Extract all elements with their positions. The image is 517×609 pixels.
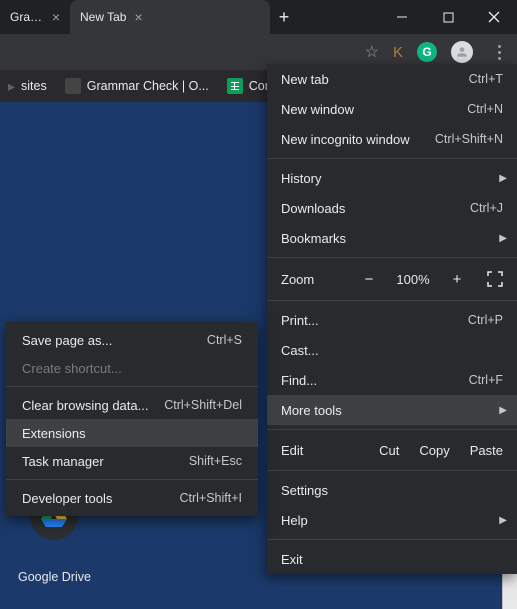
titlebar: Gramma × New Tab × + (0, 0, 517, 34)
menu-label: Edit (281, 443, 359, 458)
menu-new-window[interactable]: New window Ctrl+N (267, 94, 517, 124)
submenu-save-page[interactable]: Save page as... Ctrl+S (6, 326, 258, 354)
menu-cast[interactable]: Cast... (267, 335, 517, 365)
menu-label: New tab (281, 72, 469, 87)
separator (267, 429, 517, 430)
menu-print[interactable]: Print... Ctrl+P (267, 305, 517, 335)
separator (267, 158, 517, 159)
sheets-icon (227, 78, 243, 94)
window-controls (379, 0, 517, 34)
fullscreen-icon[interactable] (487, 271, 503, 287)
menu-bookmarks[interactable]: Bookmarks ▶ (267, 223, 517, 253)
profile-avatar[interactable] (451, 41, 473, 63)
menu-label: Settings (281, 483, 503, 498)
menu-label: Cast... (281, 343, 503, 358)
menu-label: Find... (281, 373, 469, 388)
menu-new-tab[interactable]: New tab Ctrl+T (267, 64, 517, 94)
chrome-main-menu: New tab Ctrl+T New window Ctrl+N New inc… (267, 64, 517, 574)
menu-shortcut: Ctrl+N (467, 102, 503, 116)
menu-new-incognito[interactable]: New incognito window Ctrl+Shift+N (267, 124, 517, 154)
menu-shortcut: Ctrl+Shift+Del (164, 398, 242, 412)
menu-label: Task manager (22, 454, 189, 469)
menu-zoom: Zoom − 100% + (267, 262, 517, 296)
submenu-create-shortcut: Create shortcut... (6, 354, 258, 382)
menu-label: Help (281, 513, 503, 528)
zoom-value: 100% (391, 272, 435, 287)
menu-settings[interactable]: Settings (267, 475, 517, 505)
close-icon[interactable]: × (52, 9, 60, 25)
maximize-button[interactable] (425, 0, 471, 34)
menu-label: New incognito window (281, 132, 435, 147)
submenu-developer-tools[interactable]: Developer tools Ctrl+Shift+I (6, 484, 258, 512)
cut-button[interactable]: Cut (379, 443, 399, 458)
extension-k-icon[interactable]: K (393, 44, 403, 61)
zoom-out-button[interactable]: − (359, 271, 379, 288)
menu-label: Create shortcut... (22, 361, 242, 376)
menu-shortcut: Ctrl+S (207, 333, 242, 347)
close-icon[interactable]: × (134, 9, 142, 25)
bookmark-star-icon[interactable]: ☆ (365, 42, 379, 62)
submenu-clear-browsing-data[interactable]: Clear browsing data... Ctrl+Shift+Del (6, 391, 258, 419)
menu-label: Print... (281, 313, 468, 328)
separator (6, 479, 258, 480)
folder-icon: ▸ (8, 78, 15, 95)
tab-title: Gramma (10, 10, 44, 24)
separator (267, 300, 517, 301)
submenu-task-manager[interactable]: Task manager Shift+Esc (6, 447, 258, 475)
separator (6, 386, 258, 387)
tab-inactive[interactable]: Gramma × (0, 0, 70, 34)
close-window-button[interactable] (471, 0, 517, 34)
menu-label: Save page as... (22, 333, 207, 348)
menu-label: Clear browsing data... (22, 398, 164, 413)
separator (267, 539, 517, 540)
menu-label: More tools (281, 403, 503, 418)
menu-label: History (281, 171, 503, 186)
submenu-extensions[interactable]: Extensions (6, 419, 258, 447)
menu-edit: Edit Cut Copy Paste (267, 434, 517, 466)
menu-help[interactable]: Help ▶ (267, 505, 517, 535)
menu-find[interactable]: Find... Ctrl+F (267, 365, 517, 395)
chevron-right-icon: ▶ (499, 233, 507, 244)
menu-shortcut: Ctrl+F (469, 373, 503, 387)
menu-more-tools[interactable]: More tools ▶ (267, 395, 517, 425)
chevron-right-icon: ▶ (499, 173, 507, 184)
site-icon (65, 78, 81, 94)
bookmark-sites[interactable]: ▸ sites (8, 78, 47, 95)
menu-label: New window (281, 102, 467, 117)
copy-button[interactable]: Copy (419, 443, 449, 458)
menu-shortcut: Ctrl+J (470, 201, 503, 215)
tab-title: New Tab (80, 10, 126, 24)
minimize-button[interactable] (379, 0, 425, 34)
menu-shortcut: Ctrl+P (468, 313, 503, 327)
menu-history[interactable]: History ▶ (267, 163, 517, 193)
menu-label: Bookmarks (281, 231, 503, 246)
menu-shortcut: Shift+Esc (189, 454, 242, 468)
more-tools-submenu: Save page as... Ctrl+S Create shortcut..… (6, 322, 258, 516)
bookmark-label: sites (21, 79, 47, 93)
chevron-right-icon: ▶ (499, 515, 507, 526)
bookmark-label: Grammar Check | O... (87, 79, 209, 93)
chevron-right-icon: ▶ (499, 405, 507, 416)
menu-exit[interactable]: Exit (267, 544, 517, 574)
menu-label: Exit (281, 552, 503, 567)
tab-active[interactable]: New Tab × (70, 0, 270, 34)
menu-shortcut: Ctrl+Shift+N (435, 132, 503, 146)
menu-label: Zoom (281, 272, 347, 287)
kebab-menu-icon[interactable] (487, 45, 511, 60)
separator (267, 470, 517, 471)
new-tab-button[interactable]: + (270, 0, 298, 34)
menu-label: Extensions (22, 426, 242, 441)
separator (267, 257, 517, 258)
shortcut-label: Google Drive (18, 570, 91, 584)
menu-shortcut: Ctrl+T (469, 72, 503, 86)
menu-shortcut: Ctrl+Shift+I (179, 491, 242, 505)
menu-label: Downloads (281, 201, 470, 216)
bookmark-grammar[interactable]: Grammar Check | O... (65, 78, 209, 94)
paste-button[interactable]: Paste (470, 443, 503, 458)
menu-label: Developer tools (22, 491, 179, 506)
menu-downloads[interactable]: Downloads Ctrl+J (267, 193, 517, 223)
extension-grammarly-icon[interactable]: G (417, 42, 437, 62)
zoom-in-button[interactable]: + (447, 271, 467, 288)
